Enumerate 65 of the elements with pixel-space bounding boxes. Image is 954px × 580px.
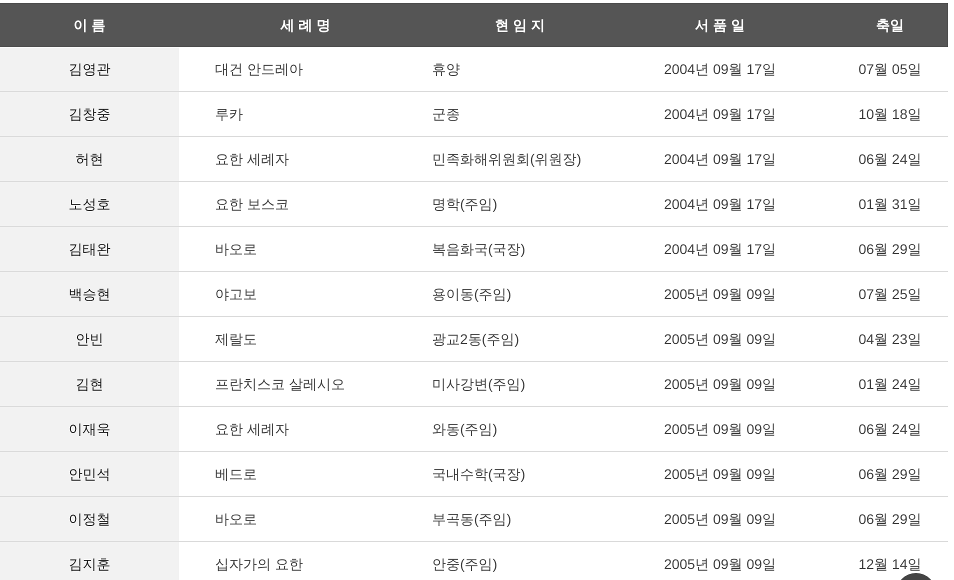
table-cell-text: 06월 24일: [858, 150, 922, 168]
table-cell-text: 이재욱: [68, 420, 110, 438]
table-cell-text: 군종: [432, 104, 460, 124]
column-header: 현 임 지: [495, 16, 545, 34]
table-cell-text: 광교2동(주임): [432, 330, 520, 349]
table-cell-text: 대건 안드레아: [215, 60, 303, 78]
table-cell-text: 이정철: [68, 510, 110, 528]
table-cell-text: 2004년 09월 17일: [664, 60, 776, 78]
table-cell-text: 안중(주임): [432, 554, 498, 574]
column-header: 세 례 명: [280, 16, 330, 34]
table-cell-text: 김지훈: [68, 554, 110, 574]
table-cell-text: 안빈: [76, 330, 104, 348]
table-cell-text: 루카: [215, 104, 243, 124]
table-cell-text: 06월 24일: [858, 420, 922, 438]
table-cell-text: 요한 보스코: [215, 194, 289, 214]
table-cell-text: 와동(주임): [432, 420, 498, 439]
table-cell-text: 부곡동(주임): [432, 510, 512, 529]
table-cell-text: 야고보: [215, 284, 257, 304]
table-cell-text: 2004년 09월 17일: [664, 150, 776, 168]
column-header: 축일: [876, 16, 904, 34]
table-cell-text: 2005년 09월 09일: [664, 554, 776, 574]
table-cell-text: 2005년 09월 09일: [664, 284, 776, 304]
table-cell-text: 용이동(주임): [432, 284, 512, 304]
table-cell-text: 2004년 09월 17일: [664, 104, 776, 124]
table-cell-text: 제랄도: [215, 330, 257, 348]
table-cell-text: 07월 05일: [858, 60, 922, 78]
table-cell-text: 2004년 09월 17일: [664, 240, 776, 258]
table-cell-text: 백승현: [68, 284, 110, 304]
table-cell-text: 바오로: [215, 240, 257, 258]
table-cell-text: 프란치스코 살레시오: [215, 374, 345, 394]
table-cell-text: 2005년 09월 09일: [664, 464, 776, 484]
table-cell-text: 복음화국(국장): [432, 240, 526, 259]
table-cell-text: 안민석: [68, 464, 110, 484]
table-cell-text: 허현: [76, 150, 104, 168]
column-header: 서 품 일: [695, 16, 745, 34]
table-cell-text: 휴양: [432, 60, 460, 78]
table-cell-text: 요한 세례자: [215, 150, 289, 168]
table-cell-text: 바오로: [215, 510, 257, 528]
table-cell-text: 06월 29일: [858, 464, 922, 484]
table-cell-text: 2005년 09월 09일: [664, 420, 776, 438]
table-cell-text: 명학(주임): [432, 194, 498, 214]
table-cell-text: 김태완: [68, 240, 110, 258]
table-cell-text: 김영관: [68, 60, 110, 78]
table-cell-text: 12월 14일: [858, 554, 922, 574]
table-cell-text: 노성호: [68, 194, 110, 214]
table-cell-text: 국내수학(국장): [432, 464, 526, 484]
table-cell-text: 김현: [76, 374, 104, 394]
table-cell-text: 01월 31일: [858, 194, 922, 214]
table-cell-text: 십자가의 요한: [215, 554, 303, 574]
table-cell-text: 06월 29일: [858, 510, 922, 528]
table-cell-text: 김창중: [68, 104, 110, 124]
column-header: 이 름: [74, 16, 106, 34]
table-cell-text: 10월 18일: [858, 104, 922, 124]
table-cell-text: 2005년 09월 09일: [664, 374, 776, 394]
table-cell-text: 2005년 09월 09일: [664, 510, 776, 528]
table-cell-text: 2005년 09월 09일: [664, 330, 776, 348]
table-cell-text: 베드로: [215, 464, 257, 484]
table-cell-text: 01월 24일: [858, 374, 922, 394]
table-cell-text: 2004년 09월 17일: [664, 194, 776, 214]
table-cell-text: 요한 세례자: [215, 420, 289, 438]
table-cell-text: 06월 29일: [858, 240, 922, 258]
table-cell-text: 미사강변(주임): [432, 374, 526, 394]
table-cell-text: 04월 23일: [858, 330, 922, 348]
table-cell-text: 07월 25일: [858, 284, 922, 304]
table-cell-text: 민족화해위원회(위원장): [432, 150, 582, 169]
